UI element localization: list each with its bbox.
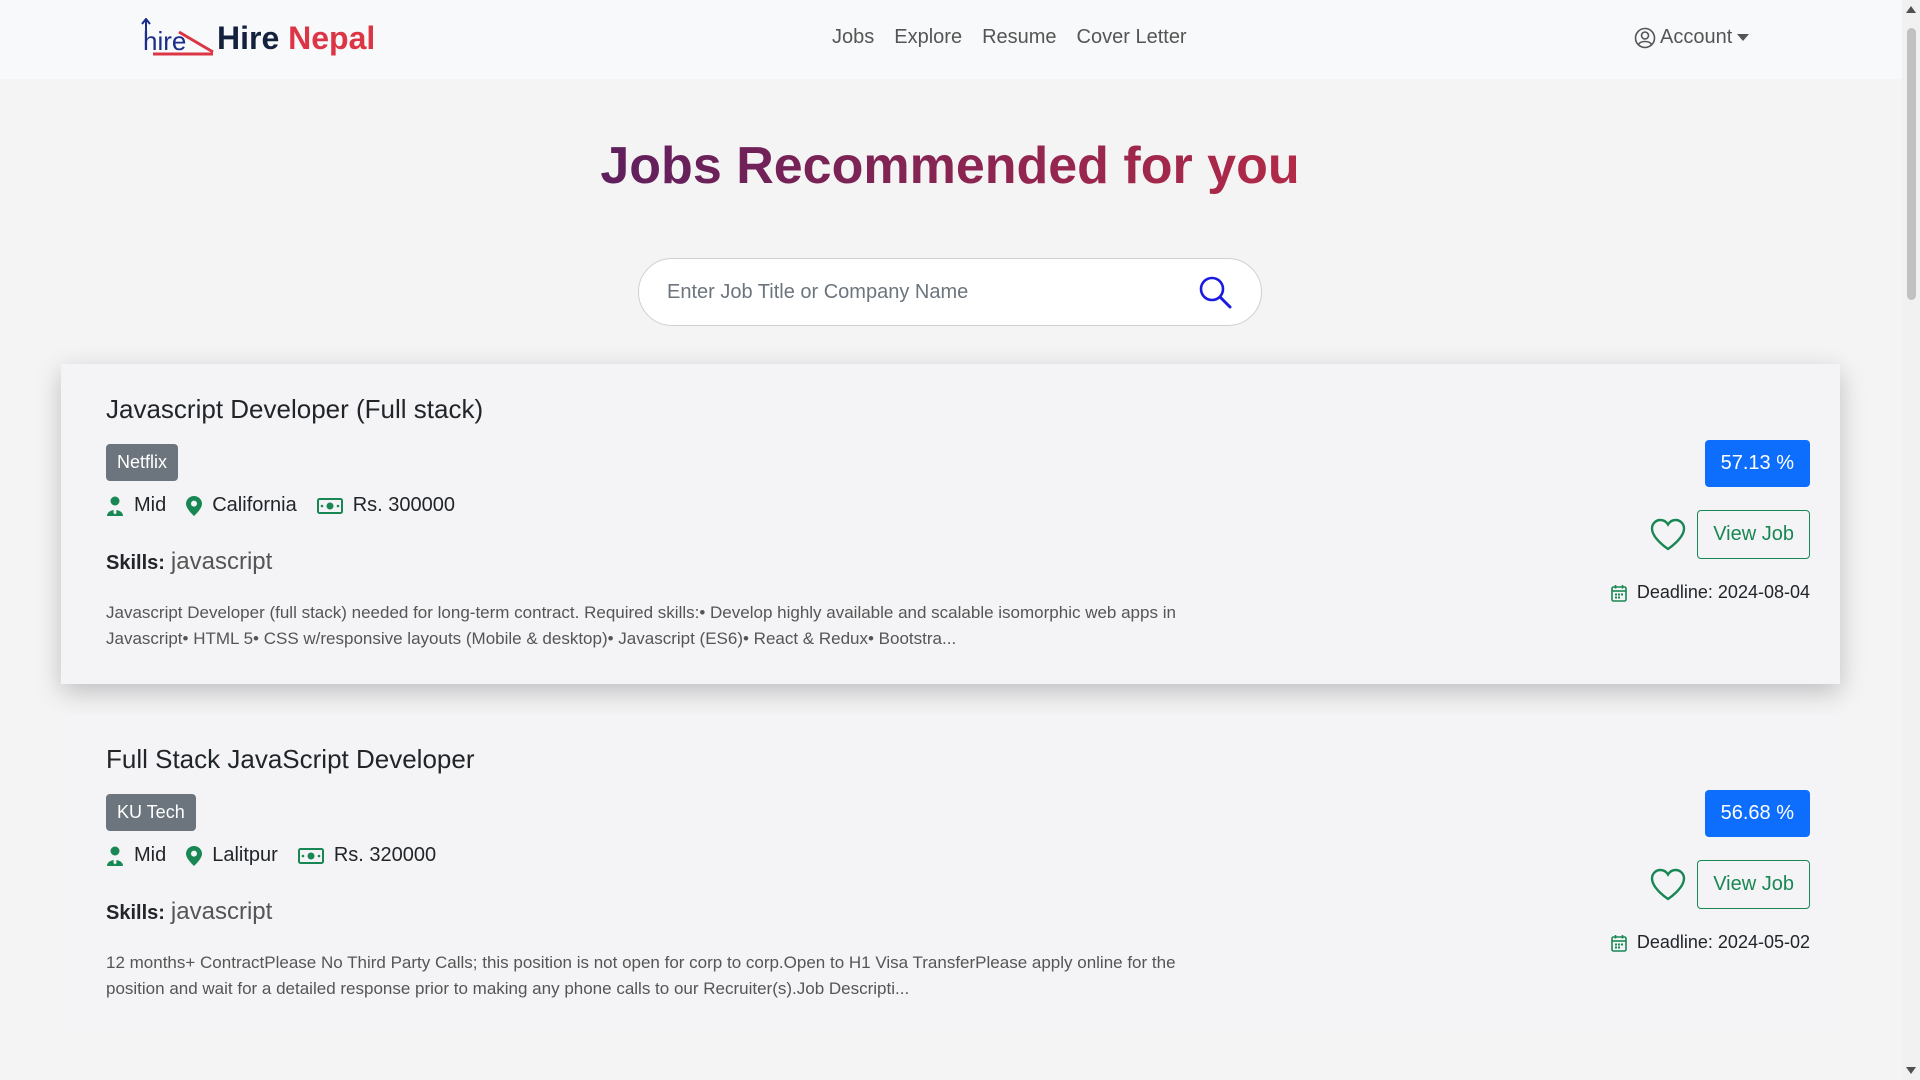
calendar-icon [1611,584,1627,602]
brand-logo-link[interactable]: hire Hire Nepal [141,18,375,58]
deadline-label: Deadline: [1636,582,1713,602]
scroll-down-arrow-icon[interactable] [1906,1067,1916,1074]
job-actions: View Job [1649,510,1810,559]
nav-resume[interactable]: Resume [972,26,1066,49]
user-tie-icon [107,496,123,516]
brand-name-nepal: Nepal [288,19,376,56]
view-job-button[interactable]: View Job [1697,860,1810,909]
scroll-up-arrow-icon[interactable] [1906,6,1916,13]
search-bar [638,258,1262,326]
user-tie-icon [107,846,123,866]
job-skills: Skills: javascript [106,898,272,926]
main-nav: Jobs Explore Resume Cover Letter [822,26,1197,49]
job-salary: Rs. 300000 [352,494,456,516]
job-title: Full Stack JavaScript Developer [106,744,475,774]
job-level: Mid [134,844,167,866]
job-salary: Rs. 320000 [333,844,437,866]
page-title: Jobs Recommended for you [0,136,1900,196]
svg-text:hire: hire [143,26,186,56]
money-icon [297,847,324,864]
job-meta: Mid California Rs. 300000 [106,494,475,517]
search-icon[interactable] [1197,274,1233,310]
job-card: Javascript Developer (Full stack) Netfli… [61,364,1840,684]
job-meta: Mid Lalitpur Rs. 320000 [106,844,456,867]
deadline-label: Deadline: [1636,932,1713,952]
match-percentage-badge: 56.68 % [1704,790,1810,837]
nav-explore[interactable]: Explore [884,26,972,49]
job-location: California [212,494,297,516]
heart-icon[interactable] [1649,516,1687,554]
job-description: 12 months+ ContractPlease No Third Party… [106,953,1176,998]
brand-name-hire: Hire [217,19,280,56]
calendar-icon [1611,934,1627,952]
job-level: Mid [134,494,167,516]
deadline-date: 2024-08-04 [1717,582,1810,602]
user-circle-icon [1634,27,1656,48]
match-percentage-badge: 57.13 % [1704,440,1810,487]
money-icon [316,497,343,514]
account-dropdown[interactable]: Account [1634,26,1750,49]
top-navbar: hire Hire Nepal Jobs Explore Resume Cove… [0,0,1902,79]
company-badge: Netflix [106,444,179,481]
job-actions: View Job [1649,860,1810,909]
job-skills: Skills: javascript [106,548,272,576]
account-label: Account [1660,26,1733,48]
scroll-thumb[interactable] [1907,28,1916,300]
job-location: Lalitpur [212,844,278,866]
heart-icon[interactable] [1649,866,1687,904]
nav-jobs[interactable]: Jobs [822,26,884,49]
skills-value: javascript [170,548,273,575]
job-deadline: Deadline: 2024-08-04 [1611,582,1810,603]
deadline-date: 2024-05-02 [1717,932,1810,952]
job-card: Full Stack JavaScript Developer KU Tech … [61,714,1840,1034]
skills-label: Skills: [106,552,165,574]
location-pin-icon [186,845,203,866]
location-pin-icon [186,495,203,516]
hire-logo-icon: hire [141,18,214,56]
caret-down-icon [1737,34,1750,41]
skills-value: javascript [170,898,273,925]
job-title: Javascript Developer (Full stack) [106,394,484,424]
job-description: Javascript Developer (full stack) needed… [106,603,1176,648]
view-job-button[interactable]: View Job [1697,510,1810,559]
skills-label: Skills: [106,902,165,924]
company-badge: KU Tech [106,794,196,831]
page-scrollbar[interactable] [1902,0,1920,1080]
job-deadline: Deadline: 2024-05-02 [1611,932,1810,953]
nav-cover-letter[interactable]: Cover Letter [1067,26,1197,49]
search-input[interactable] [667,280,1197,304]
